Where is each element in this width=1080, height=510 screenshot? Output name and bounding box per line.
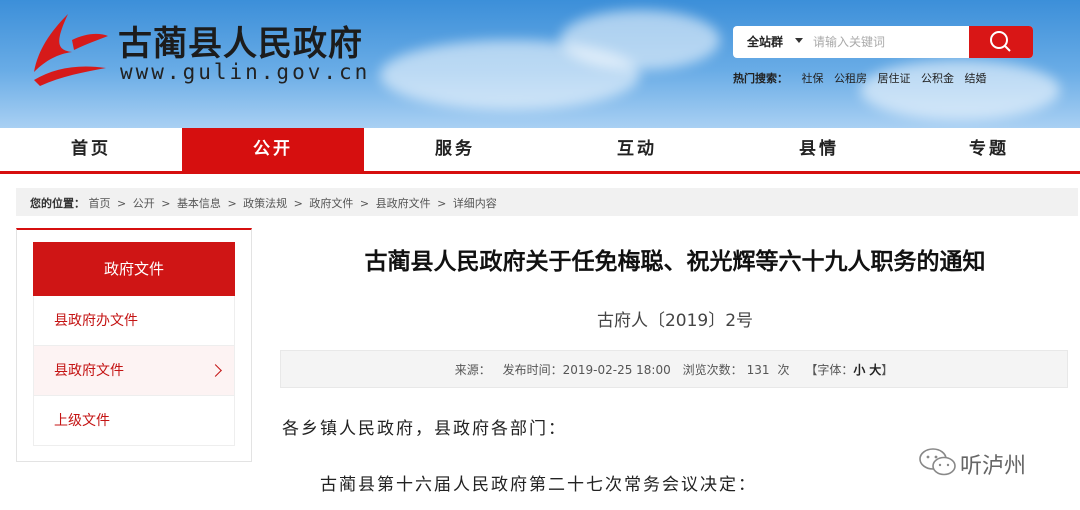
hot-search-label: 热门搜索： — [733, 72, 788, 85]
nav-item-service[interactable]: 服务 — [364, 128, 546, 171]
chevron-right-icon — [209, 364, 222, 377]
font-small-button[interactable]: 小 — [853, 363, 865, 377]
site-title[interactable]: 古蔺县人民政府 — [118, 16, 363, 65]
watermark: 听泸州 — [918, 446, 1026, 479]
meta-views-label: 浏览次数： — [682, 363, 743, 377]
site-header: 古蔺县人民政府 www.gulin.gov.cn 全站群 热门搜索： 社保 公租… — [0, 0, 1080, 128]
page-title: 古蔺县人民政府关于任免梅聪、祝光辉等六十九人职务的通知 — [364, 249, 986, 275]
sidebar-item-label: 上级文件 — [54, 413, 110, 429]
nav-item-topics[interactable]: 专题 — [898, 128, 1080, 171]
search-input[interactable] — [813, 30, 963, 54]
hot-search-item[interactable]: 居住证 — [878, 72, 911, 85]
breadcrumb-link[interactable]: 公开 — [133, 197, 155, 210]
breadcrumb-link[interactable]: 政府文件 — [309, 197, 353, 210]
breadcrumb: 您的位置： 首页 > 公开 > 基本信息 > 政策法规 > 政府文件 > 县政府… — [16, 188, 1078, 216]
nav-item-interact[interactable]: 互动 — [546, 128, 728, 171]
breadcrumb-separator: > — [437, 197, 447, 210]
sidebar-item-label: 县政府文件 — [54, 363, 124, 379]
article-paragraph: 古蔺县第十六届人民政府第二十七次常务会议决定： — [320, 475, 757, 495]
hot-search-item[interactable]: 公租房 — [834, 72, 867, 85]
breadcrumb-link[interactable]: 政策法规 — [243, 197, 287, 210]
article-greeting: 各乡镇人民政府，县政府各部门： — [282, 419, 567, 439]
nav-item-county[interactable]: 县情 — [728, 128, 910, 171]
search-scope-select[interactable]: 全站群 — [747, 33, 783, 50]
chevron-down-icon[interactable] — [795, 38, 803, 43]
nav-item-public[interactable]: 公开 — [182, 128, 364, 171]
breadcrumb-current: 详细内容 — [452, 197, 497, 210]
meta-views: 浏览次数： 131 次 — [683, 363, 794, 377]
breadcrumb-separator: > — [359, 197, 370, 210]
hot-search-item[interactable]: 公积金 — [921, 72, 954, 85]
meta-views-unit: 次 — [777, 363, 790, 377]
meta-source: 来源： — [454, 363, 491, 377]
breadcrumb-separator: > — [227, 197, 237, 210]
meta-publish-time: 发布时间：2019-02-25 18:00 — [502, 363, 671, 377]
header-cloud — [560, 10, 720, 70]
sidebar-item-label: 县政府办文件 — [54, 313, 138, 329]
nav-item-home[interactable]: 首页 — [0, 128, 182, 171]
sidebar: 政府文件 县政府办文件 县政府文件 上级文件 — [16, 228, 252, 462]
sidebar-item-higher-docs[interactable]: 上级文件 — [33, 396, 235, 446]
search-box: 全站群 — [733, 26, 1033, 58]
hot-search: 热门搜索： 社保 公租房 居住证 公积金 结婚 — [733, 70, 994, 86]
breadcrumb-separator: > — [117, 197, 127, 210]
breadcrumb-link[interactable]: 基本信息 — [177, 197, 221, 210]
document-number: 古府人〔2019〕2号 — [596, 311, 754, 331]
sidebar-item-office-docs[interactable]: 县政府办文件 — [33, 296, 235, 346]
hot-search-item[interactable]: 结婚 — [965, 72, 987, 85]
breadcrumb-separator: > — [293, 197, 303, 210]
site-logo-icon[interactable] — [28, 10, 110, 88]
font-prefix: 【字体： — [805, 363, 854, 377]
site-url: www.gulin.gov.cn — [120, 60, 371, 84]
search-icon — [990, 31, 1011, 52]
search-button[interactable] — [969, 26, 1033, 58]
watermark-text: 听泸州 — [960, 454, 1027, 479]
header-cloud — [860, 60, 1060, 120]
font-suffix: 】 — [881, 363, 894, 377]
meta-views-count: 131 — [746, 363, 770, 377]
breadcrumb-link[interactable]: 县政府文件 — [376, 197, 431, 210]
breadcrumb-link[interactable]: 首页 — [89, 197, 111, 210]
main-nav: 首页 公开 服务 互动 县情 专题 — [0, 128, 1080, 174]
font-size-control: 【字体：小 大】 — [805, 363, 893, 377]
font-large-button[interactable]: 大 — [869, 363, 881, 377]
wechat-icon — [919, 448, 956, 476]
sidebar-item-county-docs[interactable]: 县政府文件 — [33, 346, 235, 396]
breadcrumb-label: 您的位置： — [30, 197, 85, 210]
sidebar-heading: 政府文件 — [33, 242, 235, 296]
hot-search-item[interactable]: 社保 — [802, 72, 824, 85]
breadcrumb-separator: > — [161, 197, 171, 210]
article-meta: 来源： 发布时间：2019-02-25 18:00 浏览次数： 131 次 【字体：… — [280, 350, 1068, 388]
